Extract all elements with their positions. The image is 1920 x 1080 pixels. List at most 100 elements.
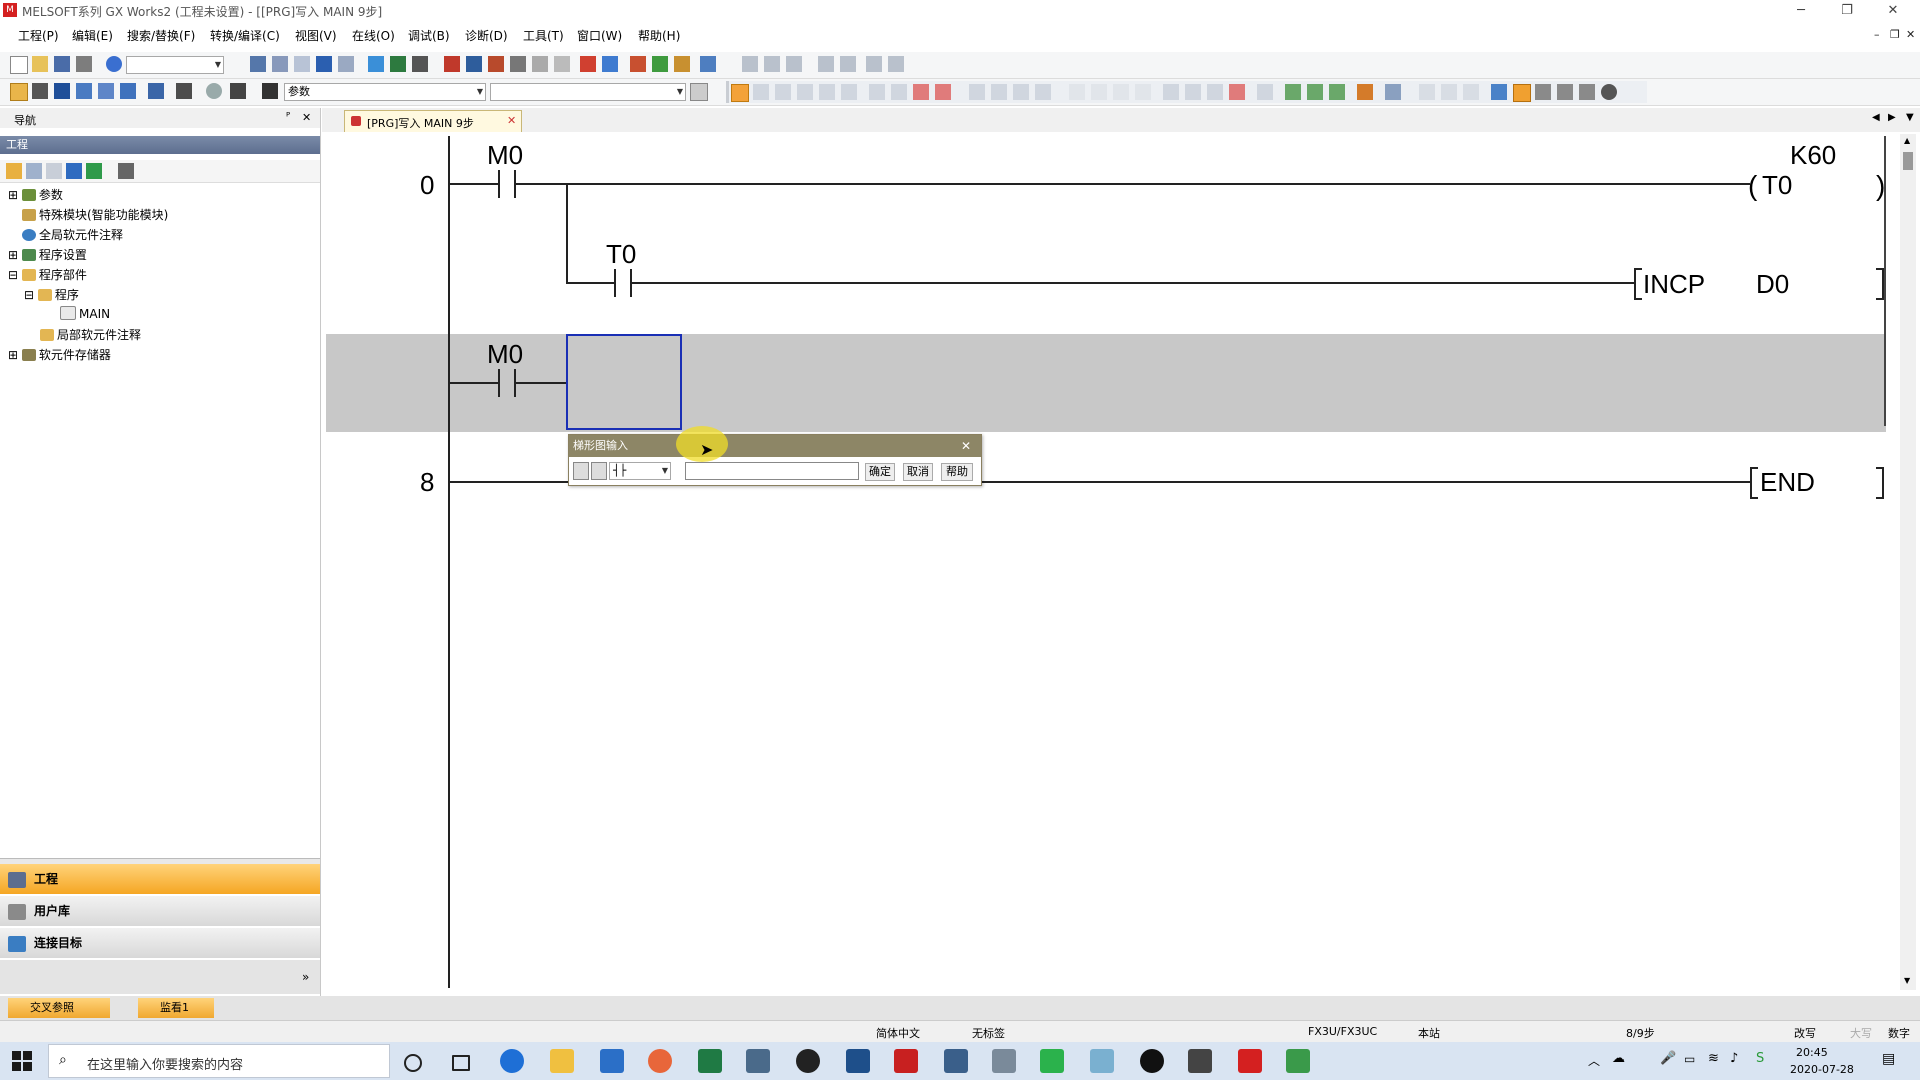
monitor-stop-icon[interactable]	[602, 56, 618, 72]
microphone-icon[interactable]: 🎤	[1660, 1051, 1676, 1066]
dialog-settings-icon[interactable]	[573, 462, 589, 480]
palette-icon-20[interactable]	[1285, 84, 1301, 100]
tab-watch1[interactable]: 监看1	[138, 998, 214, 1018]
help-icon[interactable]	[106, 56, 122, 72]
dialog-title[interactable]: 梯形图输入	[569, 435, 981, 457]
palette-icon-15[interactable]	[1163, 84, 1179, 100]
palette-icon-12[interactable]	[1091, 84, 1107, 100]
help-button[interactable]: 帮助	[941, 463, 973, 481]
restore-button[interactable]: ❐	[1824, 0, 1870, 22]
toolbar2-icon-i[interactable]	[690, 83, 708, 101]
vertical-scrollbar[interactable]: ▲ ▼	[1900, 134, 1916, 990]
app-icon-5[interactable]	[1286, 1049, 1310, 1073]
toolbar-icon-j[interactable]	[700, 56, 716, 72]
palette-icon-11[interactable]	[1069, 84, 1085, 100]
tree-node-parameter[interactable]: ⊞ 参数	[8, 186, 63, 203]
write-plc-icon[interactable]	[444, 56, 460, 72]
toolbar-icon-i[interactable]	[674, 56, 690, 72]
battery-icon[interactable]: ▭	[1684, 1052, 1695, 1066]
new-file-icon[interactable]	[10, 56, 28, 74]
tree-node-device-memory[interactable]: ⊞ 软元件存储器	[8, 346, 111, 363]
palette-icon-29[interactable]	[1513, 84, 1531, 102]
calculator-icon[interactable]	[992, 1049, 1016, 1073]
app-icon-3[interactable]	[1090, 1049, 1114, 1073]
ladder-tool-icon-6[interactable]	[866, 56, 882, 72]
hline-icon[interactable]	[869, 84, 885, 100]
palette-icon-26[interactable]	[1441, 84, 1457, 100]
toolbar-icon-h[interactable]	[652, 56, 668, 72]
toolbar-icon-c[interactable]	[412, 56, 428, 72]
open-folder-icon[interactable]	[32, 56, 48, 72]
toolbar2-icon-e[interactable]	[120, 83, 136, 99]
wechat-icon[interactable]	[1040, 1049, 1064, 1073]
toolbar-icon-f[interactable]	[554, 56, 570, 72]
ok-button[interactable]: 确定	[865, 463, 895, 481]
collapse-icon[interactable]: ⊟	[24, 288, 34, 302]
ladder-tool-icon-3[interactable]	[786, 56, 802, 72]
menu-online[interactable]: 在线(O)	[352, 27, 395, 44]
save-icon[interactable]	[54, 56, 70, 72]
volume-icon[interactable]: ♪	[1730, 1051, 1738, 1066]
print-icon[interactable]	[76, 56, 92, 72]
parallel-rising-icon[interactable]	[1013, 84, 1029, 100]
pin-icon[interactable]: ᴾ	[286, 110, 290, 123]
menu-window[interactable]: 窗口(W)	[577, 27, 622, 44]
tree-node-local-comment[interactable]: 局部软元件注释	[40, 326, 141, 343]
verify-icon[interactable]	[488, 56, 504, 72]
scroll-up-icon[interactable]: ▲	[1904, 136, 1910, 145]
cut-icon[interactable]	[250, 56, 266, 72]
obs-icon[interactable]	[1140, 1049, 1164, 1073]
category-project[interactable]: 工程	[0, 864, 320, 894]
tree-node-global-comment[interactable]: 全局软元件注释	[22, 226, 123, 243]
parallel-no-icon[interactable]	[775, 84, 791, 100]
vline-icon[interactable]	[891, 84, 907, 100]
toolbar2-icon-c[interactable]	[76, 83, 92, 99]
app-icon-1[interactable]	[746, 1049, 770, 1073]
palette-icon-14[interactable]	[1135, 84, 1151, 100]
dialog-comment-icon[interactable]	[591, 462, 607, 480]
clock-date[interactable]: 2020-07-28	[1790, 1063, 1854, 1076]
menu-search-replace[interactable]: 搜索/替换(F)	[127, 27, 195, 44]
app-icon-2[interactable]	[846, 1049, 870, 1073]
clock-time[interactable]: 20:45	[1796, 1046, 1828, 1059]
edit-cursor[interactable]	[566, 334, 682, 430]
tab-scroll-left-icon[interactable]: ◀	[1872, 112, 1880, 123]
palette-icon-27[interactable]	[1463, 84, 1479, 100]
menu-tools[interactable]: 工具(T)	[523, 27, 564, 44]
ladder-tool-icon-4[interactable]	[818, 56, 834, 72]
falling-edge-icon[interactable]	[991, 84, 1007, 100]
copy-icon[interactable]	[272, 56, 288, 72]
nav-add-icon[interactable]	[26, 163, 42, 179]
palette-icon-32[interactable]	[1579, 84, 1595, 100]
category-connection[interactable]: 连接目标	[0, 928, 320, 958]
toolbar-icon-b[interactable]	[390, 56, 406, 72]
tab-cross-reference[interactable]: 交叉参照	[8, 998, 110, 1018]
navigation-close-icon[interactable]: ✕	[302, 111, 311, 124]
tab-main[interactable]: [PRG]写入 MAIN 9步 ✕	[344, 110, 522, 132]
navigation-toggle-icon[interactable]	[10, 83, 28, 101]
minimize-button[interactable]: ─	[1778, 0, 1824, 22]
tab-list-icon[interactable]: ▼	[1906, 112, 1914, 123]
cortana-icon[interactable]	[404, 1054, 422, 1072]
dialog-close-icon[interactable]: ✕	[961, 439, 971, 453]
toolbar2-icon-d[interactable]	[98, 83, 114, 99]
task-view-icon[interactable]	[452, 1055, 470, 1071]
palette-icon-28[interactable]	[1491, 84, 1507, 100]
toolbar2-icon-a[interactable]	[32, 83, 48, 99]
toolbar-icon-a[interactable]	[368, 56, 384, 72]
recorder-icon[interactable]	[894, 1049, 918, 1073]
overflow-chevron-icon[interactable]: »	[302, 970, 309, 984]
tab-close-icon[interactable]: ✕	[507, 114, 516, 127]
category-user-library[interactable]: 用户库	[0, 896, 320, 926]
taskbar-search-box[interactable]: ⌕ 在这里输入你要搜索的内容	[48, 1044, 390, 1078]
mdi-restore-icon[interactable]: ❐	[1890, 28, 1900, 41]
nav-filter-icon[interactable]	[118, 163, 134, 179]
ime-icon[interactable]: S	[1756, 1051, 1764, 1066]
ladder-tool-icon-5[interactable]	[840, 56, 856, 72]
mail-icon[interactable]	[600, 1049, 624, 1073]
instruction-input[interactable]	[685, 462, 859, 480]
tray-expand-icon[interactable]: ︿	[1588, 1052, 1600, 1069]
toolbar2-icon-f[interactable]	[148, 83, 164, 99]
contact-no-icon[interactable]	[731, 84, 749, 102]
nav-refresh-icon[interactable]	[86, 163, 102, 179]
